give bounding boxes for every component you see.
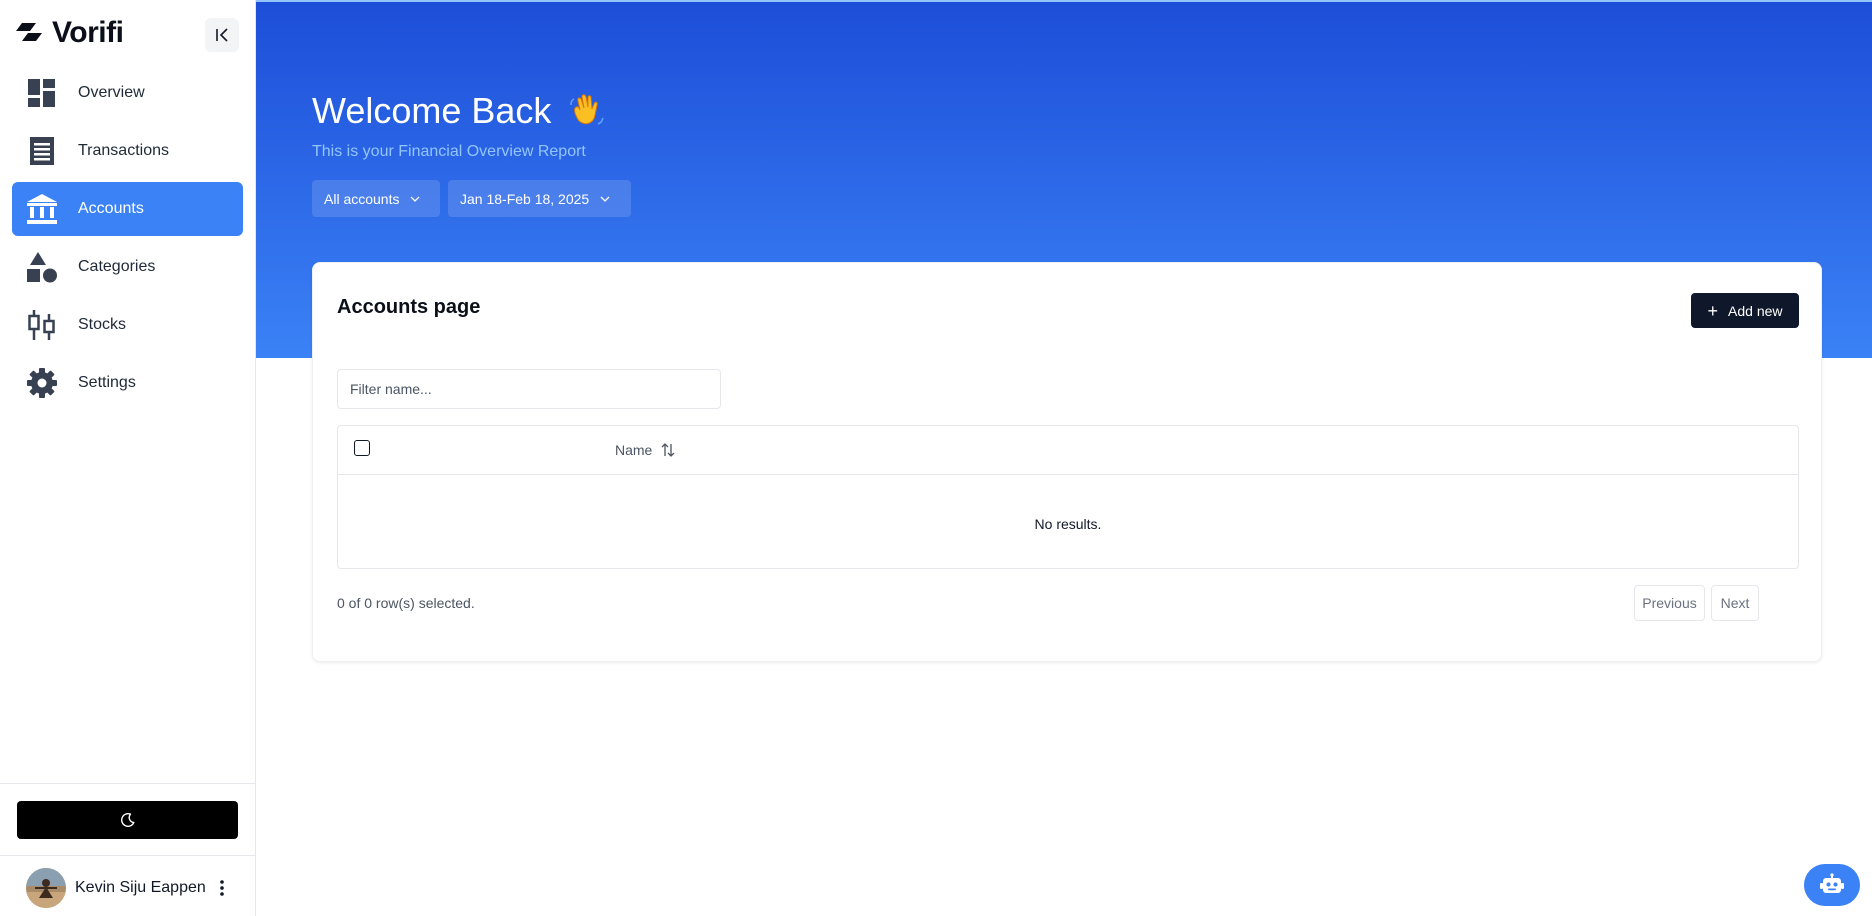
add-new-button[interactable]: + Add new	[1691, 293, 1799, 328]
candlestick-icon	[26, 309, 58, 341]
chatbot-button[interactable]	[1804, 864, 1860, 906]
sidebar-item-label: Categories	[78, 258, 156, 275]
sidebar-item-transactions[interactable]: Transactions	[12, 124, 243, 178]
sidebar-item-settings[interactable]: Settings	[12, 356, 243, 410]
selection-count: 0 of 0 row(s) selected.	[337, 595, 475, 611]
sidebar-item-label: Overview	[78, 84, 145, 101]
sidebar-divider	[0, 855, 256, 856]
table-header: Name	[338, 426, 1798, 475]
sidebar-item-label: Accounts	[78, 200, 144, 217]
collapse-left-icon	[216, 28, 228, 42]
empty-state-text: No results.	[1034, 516, 1102, 532]
main-content: Welcome Back This is your Financial Over…	[256, 0, 1872, 916]
receipt-icon	[26, 135, 58, 167]
select-all-checkbox[interactable]	[354, 440, 370, 456]
accounts-card: Accounts page + Add new Name No res	[312, 262, 1822, 662]
sidebar-nav: Overview Transactions Accounts Categorie…	[12, 66, 243, 414]
sidebar-item-label: Transactions	[78, 142, 169, 159]
add-new-label: Add new	[1728, 302, 1783, 319]
chevron-down-icon	[600, 196, 610, 202]
user-name: Kevin Siju Eappen	[75, 879, 206, 896]
avatar	[26, 868, 66, 908]
sidebar-item-stocks[interactable]: Stocks	[12, 298, 243, 352]
filter-name-input[interactable]	[337, 369, 721, 409]
column-header-label: Name	[615, 442, 653, 458]
page-title: Welcome Back	[312, 90, 607, 132]
sidebar-item-categories[interactable]: Categories	[12, 240, 243, 294]
bank-icon	[26, 193, 58, 225]
sidebar-item-accounts[interactable]: Accounts	[12, 182, 243, 236]
more-vertical-icon[interactable]	[212, 878, 232, 898]
gear-icon	[26, 367, 58, 399]
account-filter-select[interactable]: All accounts	[312, 180, 440, 217]
card-title: Accounts page	[337, 296, 481, 318]
plus-icon: +	[1707, 300, 1719, 321]
logo-icon	[16, 23, 42, 41]
date-range-label: Jan 18-Feb 18, 2025	[460, 190, 590, 207]
collapse-sidebar-button[interactable]	[205, 18, 239, 52]
sidebar-item-label: Stocks	[78, 316, 127, 333]
previous-page-button[interactable]: Previous	[1634, 585, 1705, 621]
app-name: Vorifi	[52, 16, 124, 49]
brand[interactable]: Vorifi	[16, 16, 124, 50]
date-range-select[interactable]: Jan 18-Feb 18, 2025	[448, 180, 631, 217]
waving-hand-icon	[570, 94, 605, 125]
sidebar-item-label: Settings	[78, 374, 136, 391]
sidebar-divider	[0, 783, 256, 784]
theme-toggle-button[interactable]	[17, 801, 238, 839]
user-profile[interactable]: Kevin Siju Eappen	[26, 868, 236, 908]
account-filter-label: All accounts	[324, 190, 400, 207]
column-header-name[interactable]: Name	[615, 442, 676, 458]
accounts-table: Name No results.	[337, 425, 1799, 569]
page-subtitle: This is your Financial Overview Report	[312, 143, 586, 160]
robot-icon	[1820, 873, 1844, 893]
sidebar: Vorifi Overview Transactions Accounts Ca…	[0, 0, 256, 916]
sidebar-item-overview[interactable]: Overview	[12, 66, 243, 120]
dashboard-icon	[26, 77, 58, 109]
welcome-text: Welcome Back	[312, 90, 552, 131]
next-page-button[interactable]: Next	[1711, 585, 1759, 621]
chevron-down-icon	[411, 196, 420, 202]
sort-icon	[661, 443, 675, 457]
shapes-icon	[26, 251, 58, 283]
moon-icon	[120, 813, 134, 827]
